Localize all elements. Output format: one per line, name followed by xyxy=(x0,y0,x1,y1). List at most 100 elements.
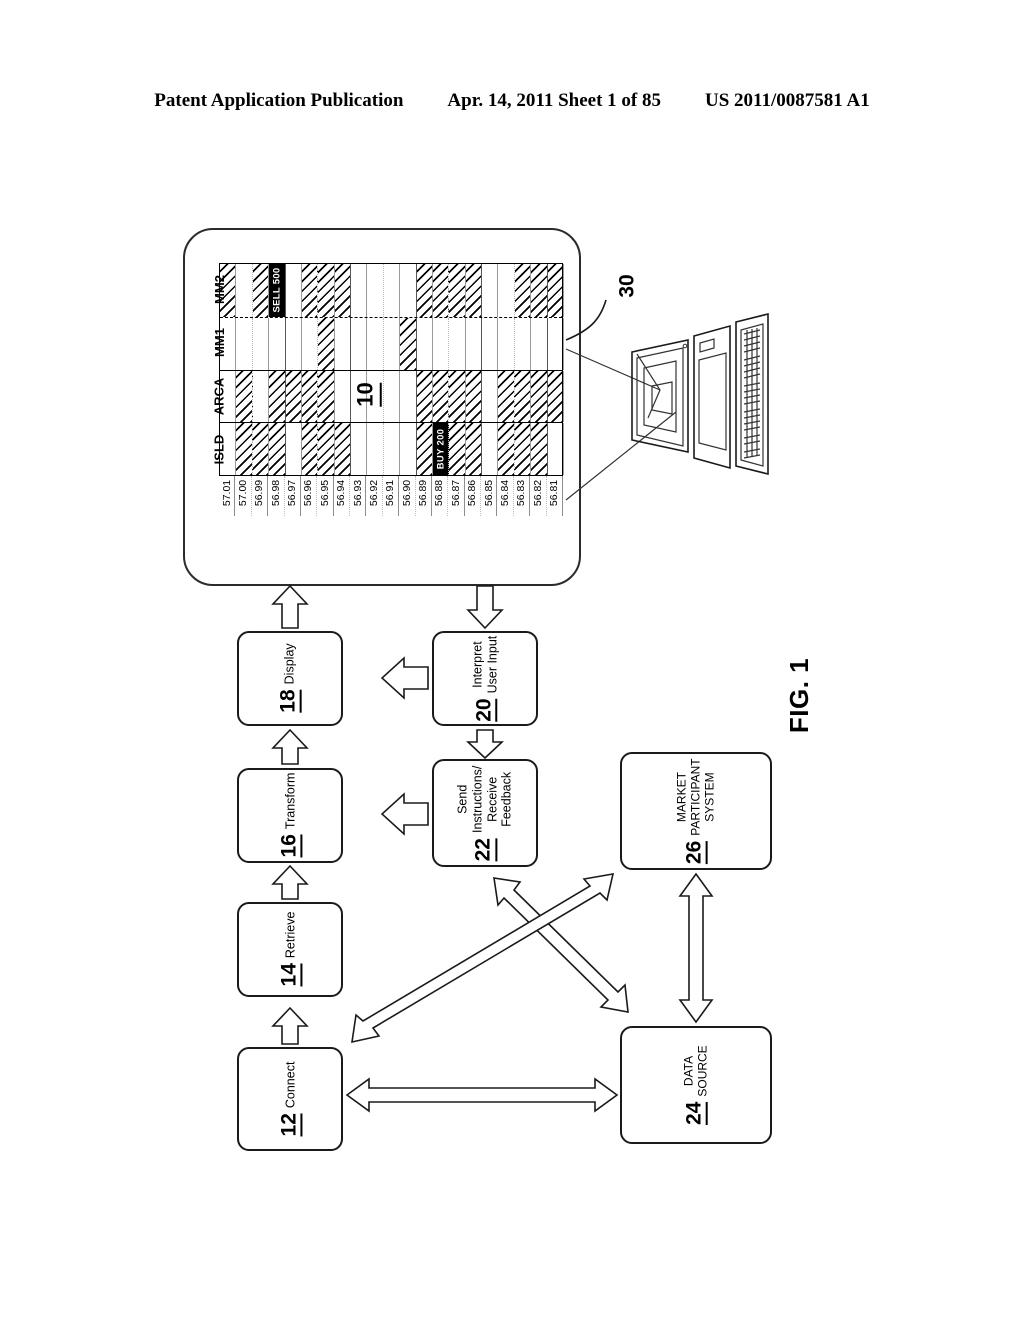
price-tick[interactable]: 56.85 xyxy=(481,476,498,516)
price-tick[interactable]: 56.88 xyxy=(432,476,449,516)
grid-cell xyxy=(286,317,302,370)
flow-box-send-label: Send Instructions/ Receive Feedback xyxy=(455,765,514,833)
grid-row-mm2: SELL 500 xyxy=(220,264,564,317)
flow-box-connect[interactable]: 12 Connect xyxy=(237,1047,343,1151)
flow-box-retrieve[interactable]: 14 Retrieve xyxy=(237,902,343,997)
grid-cell xyxy=(449,264,466,317)
grid-cell xyxy=(351,317,368,370)
grid-cell xyxy=(498,264,515,317)
grid-row-mm1 xyxy=(220,316,564,370)
grid-cell xyxy=(548,317,564,370)
arrow-transform-to-display-up xyxy=(271,584,309,629)
grid-cell xyxy=(400,317,417,370)
grid-cell xyxy=(400,264,417,317)
price-tick[interactable]: 56.81 xyxy=(547,476,563,516)
grid-cell xyxy=(318,317,335,370)
grid-cell xyxy=(482,317,499,370)
price-tick-label: 56.89 xyxy=(417,479,430,507)
price-tick-label: 56.97 xyxy=(286,479,299,507)
price-tick[interactable]: 57.00 xyxy=(235,476,252,516)
trading-grid-body[interactable]: SELL 500 BUY 200 xyxy=(219,263,564,476)
flow-box-send-number: 22 xyxy=(472,837,498,861)
price-tick[interactable]: 56.98 xyxy=(268,476,285,516)
price-tick[interactable]: 57.01 xyxy=(219,476,236,516)
grid-cell xyxy=(253,370,270,423)
price-tick[interactable]: 56.96 xyxy=(301,476,318,516)
order-marker-label: SELL 500 xyxy=(271,267,283,313)
order-marker[interactable]: BUY 200 xyxy=(432,423,450,475)
grid-cell xyxy=(498,317,515,370)
price-tick[interactable]: 56.83 xyxy=(514,476,531,516)
grid-cell xyxy=(286,423,302,475)
flow-box-send-instructions[interactable]: 22 Send Instructions/ Receive Feedback xyxy=(432,759,538,867)
callout-leader-lines xyxy=(565,299,677,501)
grid-cell xyxy=(531,317,548,370)
flow-box-display[interactable]: 18 Display xyxy=(237,631,343,726)
arrow-send-to-data-source-diagonal xyxy=(493,877,629,1013)
price-tick[interactable]: 56.90 xyxy=(399,476,416,516)
grid-cell xyxy=(334,264,352,317)
price-tick[interactable]: 56.89 xyxy=(416,476,432,516)
grid-cell xyxy=(384,264,401,317)
flow-box-interpret-user-input[interactable]: 20 Interpret User Input xyxy=(432,631,538,726)
order-marker[interactable]: SELL 500 xyxy=(269,264,286,317)
price-tick[interactable]: 56.92 xyxy=(366,476,383,516)
grid-cell xyxy=(531,423,548,475)
price-tick[interactable]: 56.99 xyxy=(252,476,269,516)
grid-cell xyxy=(433,317,450,370)
grid-cell xyxy=(351,423,368,475)
order-marker-label: BUY 200 xyxy=(435,428,447,470)
grid-cell xyxy=(301,264,319,317)
price-tick[interactable]: 56.95 xyxy=(317,476,334,516)
grid-cell xyxy=(253,317,270,370)
price-tick[interactable]: 56.93 xyxy=(350,476,367,516)
grid-cell xyxy=(432,370,450,423)
venue-label-mm1: MM1 xyxy=(189,316,249,369)
arrow-connect-to-data-source xyxy=(345,1077,619,1113)
flow-box-ds-number: 24 xyxy=(683,1101,709,1125)
venue-label-mm2: MM2 xyxy=(189,263,249,316)
grid-cell xyxy=(547,264,564,317)
price-tick[interactable]: 56.82 xyxy=(530,476,547,516)
grid-cell xyxy=(384,423,401,475)
price-tick-label: 56.96 xyxy=(302,479,315,507)
flow-box-ds-label: DATA SOURCE xyxy=(681,1045,710,1097)
grid-cell xyxy=(531,370,548,423)
grid-cell xyxy=(318,264,335,317)
price-tick[interactable]: 56.86 xyxy=(465,476,482,516)
grid-cell xyxy=(514,264,532,317)
grid-row-arca xyxy=(220,369,564,423)
flow-box-data-source[interactable]: 24 DATA SOURCE xyxy=(620,1026,772,1144)
price-tick-label: 56.91 xyxy=(384,479,397,507)
grid-cell xyxy=(269,370,286,423)
flow-box-transform-label: Transform xyxy=(282,773,297,830)
grid-cell xyxy=(416,423,433,475)
venue-label-arca: ARCA xyxy=(189,370,249,423)
grid-cell xyxy=(351,264,368,317)
arrow-send-to-transform xyxy=(380,792,429,836)
price-tick[interactable]: 56.94 xyxy=(334,476,351,516)
price-tick[interactable]: 56.87 xyxy=(448,476,465,516)
header-date-sheet: Apr. 14, 2011 Sheet 1 of 85 xyxy=(447,90,662,111)
price-tick-label: 56.93 xyxy=(351,479,364,507)
price-tick[interactable]: 56.91 xyxy=(383,476,400,516)
flow-box-display-label: Display xyxy=(282,643,297,685)
grid-cell xyxy=(465,423,483,475)
reference-numeral-30-text: 30 xyxy=(615,274,639,298)
flow-box-market-participant-system[interactable]: 26 MARKET PARTICIPANT SYSTEM xyxy=(620,752,772,870)
grid-cell xyxy=(514,370,532,423)
grid-cell xyxy=(482,264,499,317)
price-tick-label: 56.85 xyxy=(482,479,495,507)
price-tick[interactable]: 56.97 xyxy=(285,476,301,516)
grid-cell xyxy=(416,264,433,317)
reference-numeral-10-text: 10 xyxy=(352,381,382,407)
price-tick[interactable]: 56.84 xyxy=(497,476,514,516)
trading-grid: SELL 500 BUY 200 MM2 MM1 ARCA ISLD 57.01 57.0… xyxy=(211,263,564,516)
flow-box-mps-label: MARKET PARTICIPANT SYSTEM xyxy=(674,758,718,836)
header-patent-number: US 2011/0087581 A1 xyxy=(705,90,870,111)
flow-box-retrieve-label: Retrieve xyxy=(282,912,297,959)
flow-box-transform[interactable]: 16 Transform xyxy=(237,768,343,863)
grid-cell xyxy=(498,423,515,475)
price-tick-label: 56.99 xyxy=(253,479,266,507)
grid-cell xyxy=(465,264,483,317)
